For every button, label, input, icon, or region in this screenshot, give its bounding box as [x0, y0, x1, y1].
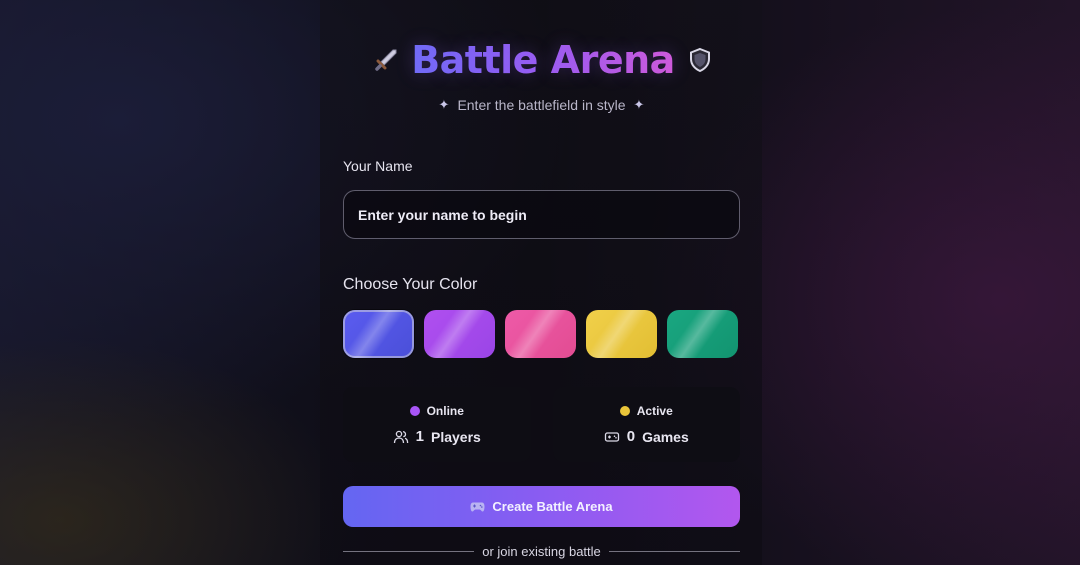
online-status-dot: [409, 406, 420, 416]
stats-row: Online 1 Players Active 0 Games: [343, 387, 740, 462]
page-title: Battle Arena: [411, 38, 675, 82]
sword-icon: [375, 49, 397, 71]
color-swatch-purple[interactable]: [424, 310, 495, 358]
title-row: Battle Arena: [373, 36, 713, 84]
color-swatch-blue[interactable]: [343, 310, 414, 358]
active-stat-card: Active 0 Games: [552, 387, 740, 462]
divider-text: or join existing battle: [482, 543, 601, 559]
games-count: 0: [626, 428, 636, 445]
online-stat-card: Online 1 Players: [343, 387, 531, 462]
players-count: 1: [415, 428, 424, 445]
sparkle-icon: ✦: [633, 97, 645, 112]
divider-line: [608, 550, 741, 552]
join-divider: or join existing battle: [343, 542, 741, 560]
users-icon: [393, 430, 408, 443]
online-status-label: Online: [426, 404, 464, 418]
create-battle-arena-button[interactable]: Create Battle Arena: [343, 486, 740, 527]
subtitle: Enter the battlefield in style: [457, 97, 626, 113]
gamepad-icon: [604, 431, 619, 442]
color-swatch-yellow[interactable]: [586, 310, 657, 358]
divider-line: [343, 550, 475, 552]
color-label: Choose Your Color: [343, 276, 478, 293]
active-status-label: Active: [636, 404, 673, 418]
subtitle-row: ✦ Enter the battlefield in style ✦: [343, 95, 740, 115]
name-label: Your Name: [343, 158, 413, 174]
sparkle-icon: ✦: [438, 97, 450, 112]
color-swatch-pink[interactable]: [505, 310, 576, 358]
create-button-label: Create Battle Arena: [492, 499, 613, 514]
games-label: Games: [642, 428, 689, 445]
shield-icon: [689, 47, 710, 73]
active-status-dot: [619, 406, 630, 416]
color-swatches: [343, 310, 740, 358]
gamepad-icon: [470, 502, 485, 511]
name-input[interactable]: [343, 190, 740, 239]
color-swatch-green[interactable]: [667, 310, 738, 358]
players-label: Players: [431, 428, 481, 445]
